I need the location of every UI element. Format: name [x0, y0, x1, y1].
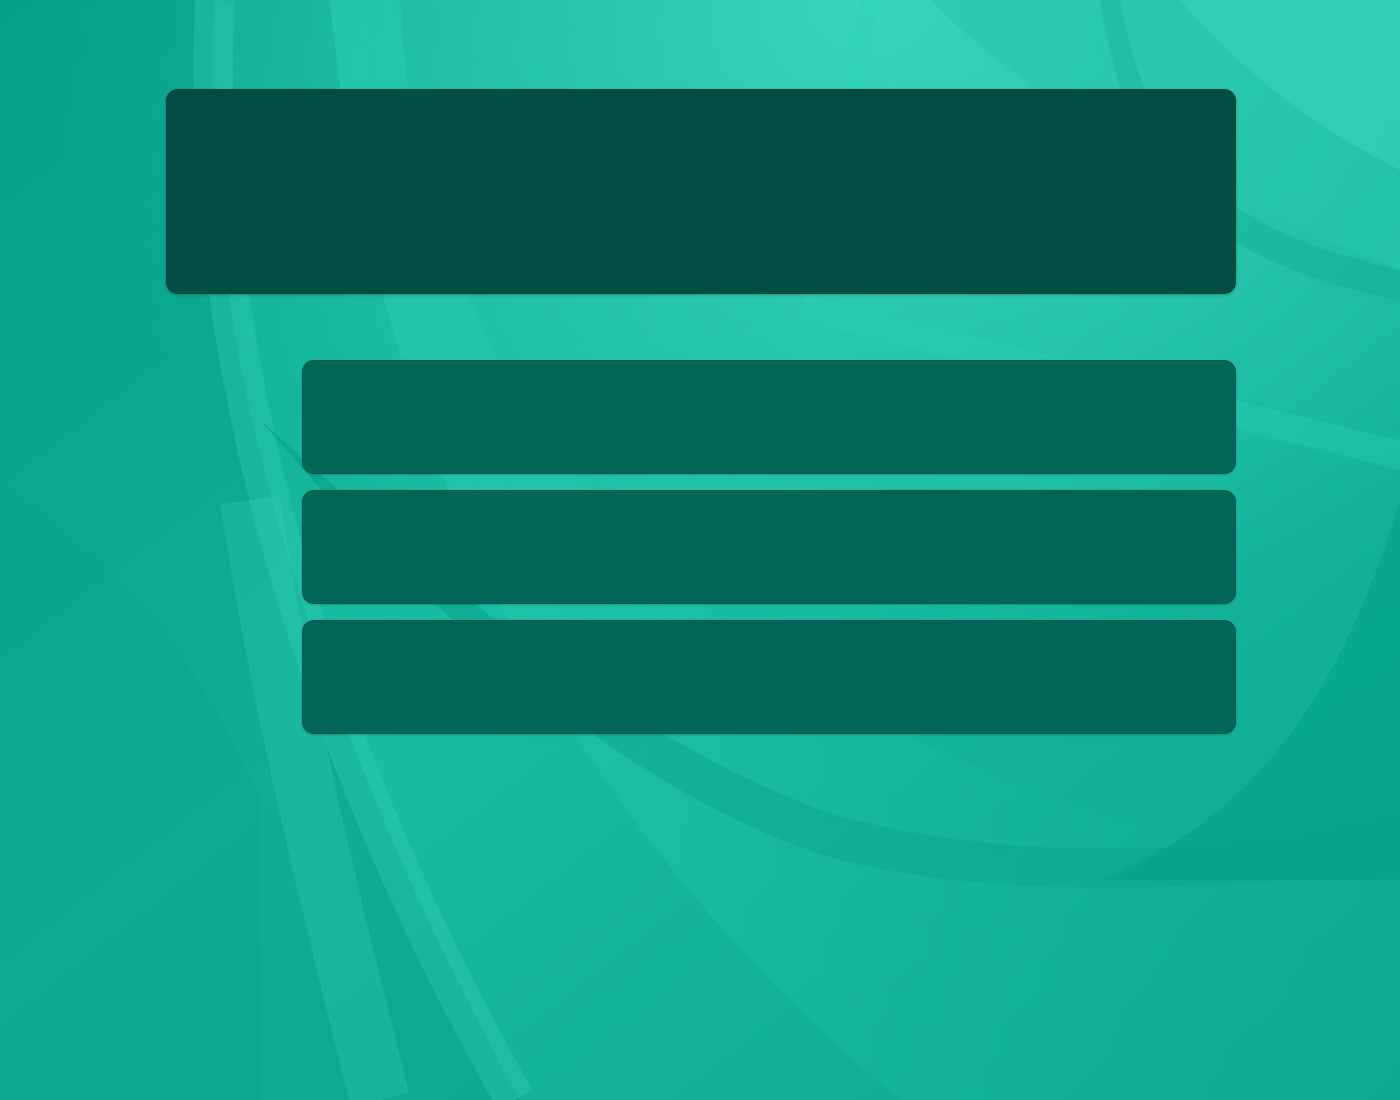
- row-panel-1[interactable]: [302, 360, 1236, 474]
- desktop: [0, 0, 1400, 1100]
- row-panel-2[interactable]: [302, 490, 1236, 604]
- header-panel: [166, 89, 1236, 294]
- row-panel-3[interactable]: [302, 620, 1236, 734]
